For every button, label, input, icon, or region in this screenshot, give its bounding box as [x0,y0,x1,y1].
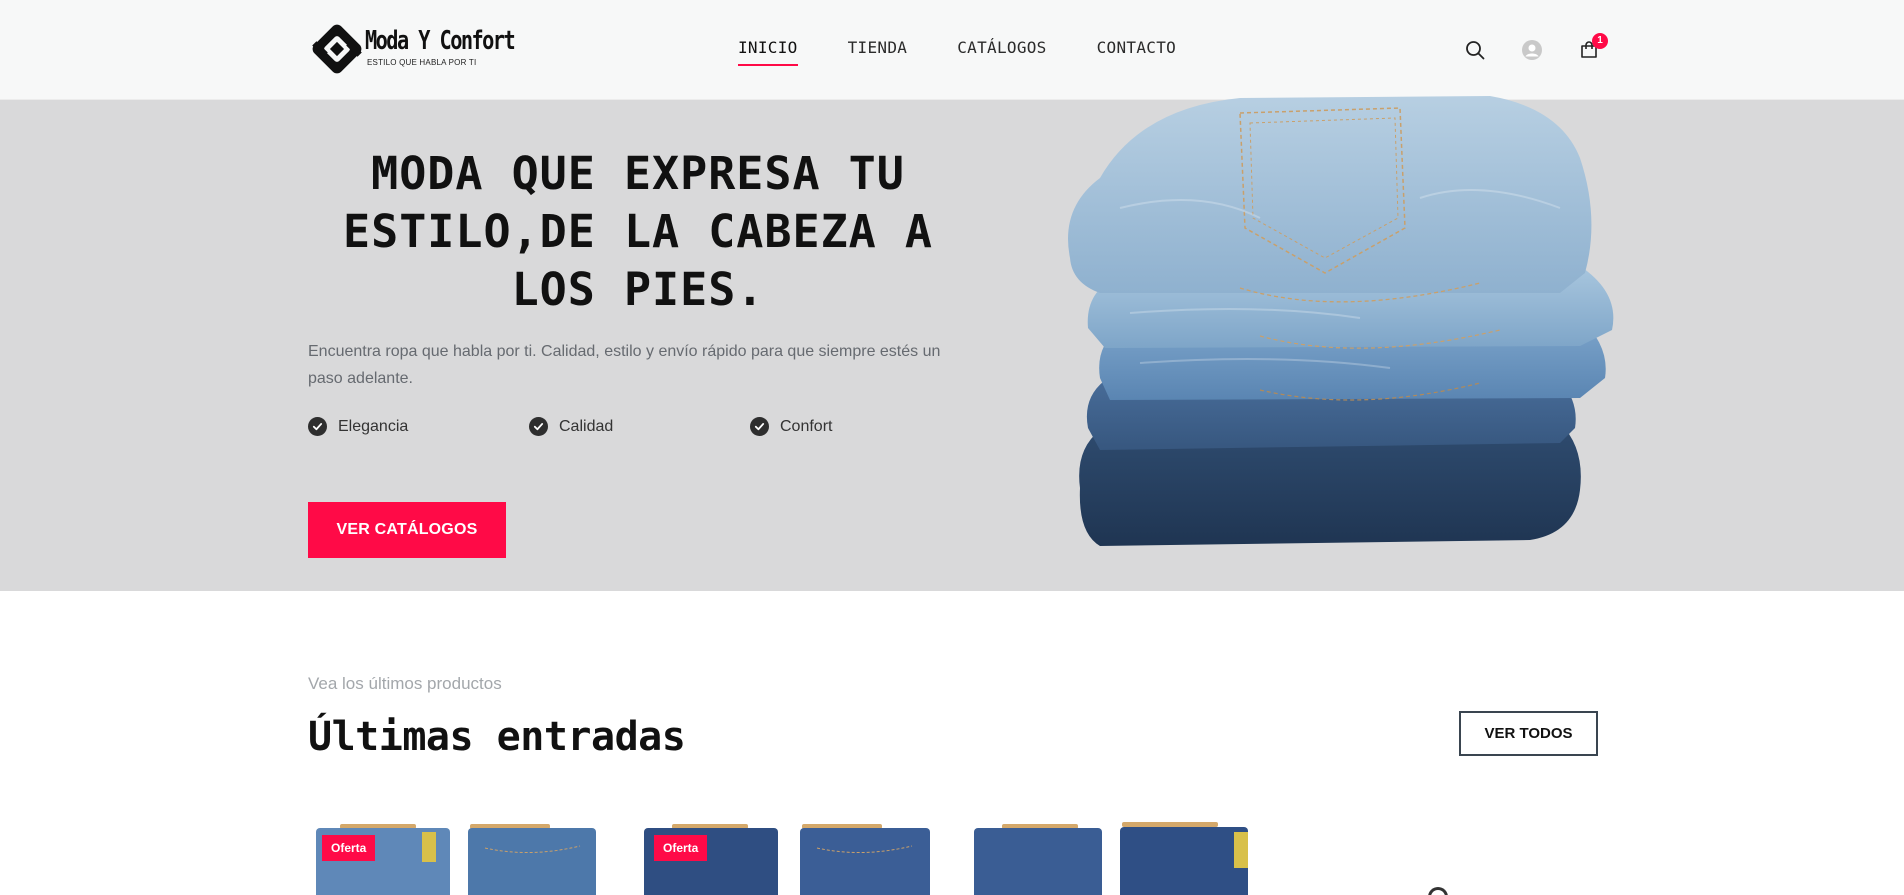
nav-item-contacto[interactable]: CONTACTO [1097,38,1176,63]
product-card[interactable]: Oferta [310,818,600,895]
product-card[interactable] [972,818,1252,895]
section-title: Últimas entradas [308,714,686,760]
check-circle-icon [750,417,769,436]
site-logo[interactable]: Moda Y Confort ESTILO QUE HABLA POR TI [310,20,520,78]
sale-badge: Oferta [322,835,376,861]
hero-features: Elegancia Calidad Confort [308,417,1008,441]
jeans-product-image [974,822,1248,895]
feature-item: Elegancia [308,417,408,436]
feature-item: Confort [750,417,832,436]
logo-title: Moda Y Confort [365,26,516,56]
search-icon[interactable] [1463,38,1487,62]
feature-label: Confort [780,417,833,435]
nav-item-tienda[interactable]: TIENDA [848,38,908,63]
feature-label: Calidad [559,417,614,435]
nav-item-inicio[interactable]: INICIO [738,38,798,66]
product-card[interactable]: Oferta [642,818,932,895]
feature-label: Elegancia [338,417,409,435]
user-avatar-icon[interactable] [1520,38,1544,62]
check-circle-icon [529,417,548,436]
sale-badge: Oferta [654,835,708,861]
ver-catalogos-button[interactable]: VER CATÁLOGOS [308,502,506,558]
ver-todos-button[interactable]: VER TODOS [1459,711,1598,756]
nav-item-catalogos[interactable]: CATÁLOGOS [957,38,1046,63]
feature-item: Calidad [529,417,613,436]
hero-description: Encuentra ropa que habla por ti. Calidad… [308,343,941,387]
stacked-jeans-image [1068,96,1614,546]
logo-mark-icon [312,24,362,74]
check-circle-icon [308,417,327,436]
cart-count-badge: 1 [1592,33,1608,49]
carousel-handle-icon [1428,887,1448,895]
hero-title: MODA QUE EXPRESA TU ESTILO,DE LA CABEZA … [343,147,933,316]
main-nav: INICIO TIENDA CATÁLOGOS CONTACTO [738,38,1226,66]
logo-tagline: ESTILO QUE HABLA POR TI [367,58,477,67]
section-subtitle: Vea los últimos productos [308,674,502,693]
